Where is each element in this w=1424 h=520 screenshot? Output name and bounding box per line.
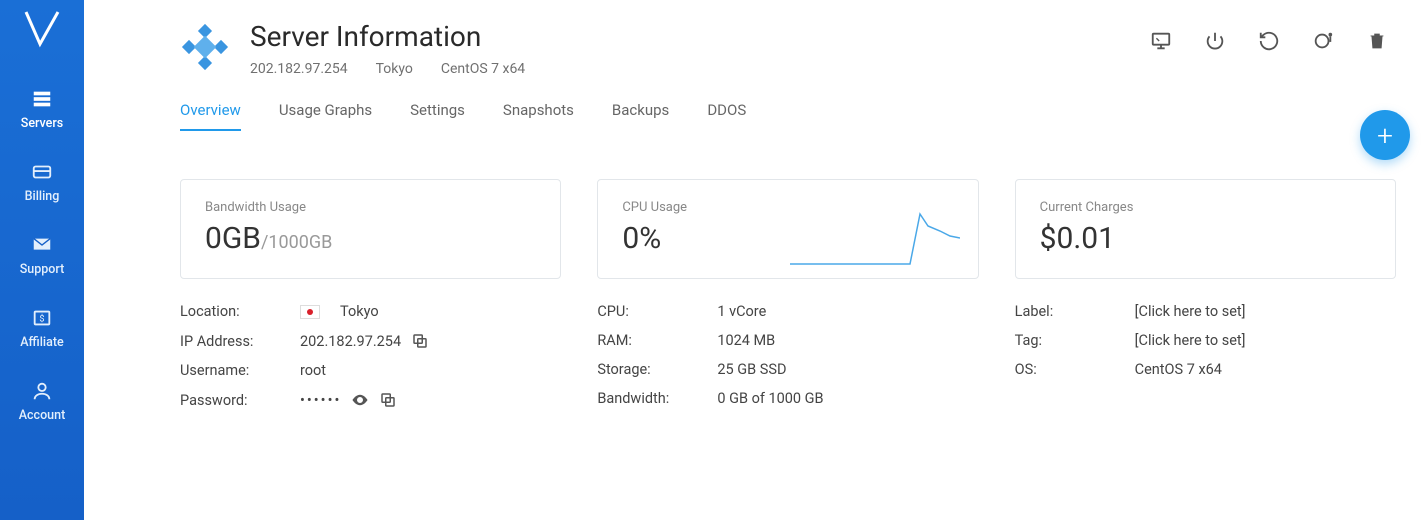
charges-card: Current Charges $0.01 <box>1015 179 1396 279</box>
restart-icon[interactable] <box>1258 30 1280 52</box>
account-icon <box>31 380 53 402</box>
location-key: Location: <box>180 303 300 320</box>
sidebar-item-billing[interactable]: Billing <box>0 149 84 222</box>
ip-value: 202.182.97.254 <box>300 333 401 350</box>
plus-icon: + <box>1377 119 1393 152</box>
server-os-icon <box>180 22 230 72</box>
cpu-card: CPU Usage 0% <box>597 179 978 279</box>
sidebar-item-label: Billing <box>25 189 60 204</box>
ip-key: IP Address: <box>180 333 300 350</box>
location-value: Tokyo <box>340 303 379 320</box>
billing-icon <box>31 161 53 183</box>
cpu-detail-value: 1 vCore <box>717 303 766 320</box>
sidebar-item-label: Servers <box>21 116 63 131</box>
label-key: Label: <box>1015 303 1135 320</box>
cpu-sparkline <box>790 206 960 266</box>
os-key: OS: <box>1015 361 1135 378</box>
bandwidth-label: Bandwidth Usage <box>205 200 536 215</box>
flag-jp-icon <box>300 305 320 319</box>
delete-icon[interactable] <box>1366 30 1388 52</box>
username-value: root <box>300 362 326 379</box>
console-icon[interactable] <box>1150 30 1172 52</box>
action-toolbar <box>1150 30 1388 52</box>
logo-icon <box>22 8 62 48</box>
page-title: Server Information <box>250 20 1150 53</box>
copy-icon[interactable] <box>379 391 397 409</box>
storage-key: Storage: <box>597 361 717 378</box>
copy-icon[interactable] <box>411 332 429 350</box>
ram-value: 1024 MB <box>717 332 775 349</box>
sidebar: Servers Billing Support $ Affiliate Acco… <box>0 0 84 520</box>
tag-key: Tag: <box>1015 332 1135 349</box>
support-icon <box>31 234 53 256</box>
tab-overview[interactable]: Overview <box>180 101 241 131</box>
details-col-3: Label:[Click here to set] Tag:[Click her… <box>1015 303 1396 421</box>
sidebar-item-affiliate[interactable]: $ Affiliate <box>0 295 84 368</box>
os-value: CentOS 7 x64 <box>1135 361 1222 378</box>
charges-label: Current Charges <box>1040 200 1371 215</box>
tab-usage-graphs[interactable]: Usage Graphs <box>279 101 372 131</box>
charges-value: $0.01 <box>1040 221 1371 256</box>
tab-snapshots[interactable]: Snapshots <box>503 101 574 131</box>
servers-icon <box>31 88 53 110</box>
cpu-key: CPU: <box>597 303 717 320</box>
tab-ddos[interactable]: DDOS <box>707 101 746 131</box>
label-set-link[interactable]: [Click here to set] <box>1135 303 1246 320</box>
storage-value: 25 GB SSD <box>717 361 786 378</box>
header-location: Tokyo <box>376 61 413 77</box>
main-content: Server Information 202.182.97.254 Tokyo … <box>84 0 1424 520</box>
power-icon[interactable] <box>1204 30 1226 52</box>
password-key: Password: <box>180 392 300 409</box>
username-key: Username: <box>180 362 300 379</box>
sidebar-item-label: Account <box>19 408 66 423</box>
sidebar-item-label: Support <box>20 262 65 277</box>
sidebar-item-support[interactable]: Support <box>0 222 84 295</box>
ram-key: RAM: <box>597 332 717 349</box>
tabs: Overview Usage Graphs Settings Snapshots… <box>180 101 1396 131</box>
sidebar-item-label: Affiliate <box>20 335 63 350</box>
sidebar-item-servers[interactable]: Servers <box>0 76 84 149</box>
eye-icon[interactable] <box>351 391 369 409</box>
tab-backups[interactable]: Backups <box>612 101 669 131</box>
affiliate-icon: $ <box>31 307 53 329</box>
sidebar-item-account[interactable]: Account <box>0 368 84 441</box>
bandwidth-detail-key: Bandwidth: <box>597 390 717 407</box>
tag-set-link[interactable]: [Click here to set] <box>1135 332 1246 349</box>
bandwidth-value: 0GB/1000GB <box>205 221 536 256</box>
tab-settings[interactable]: Settings <box>410 101 465 131</box>
password-value: •••••• <box>300 392 341 409</box>
bandwidth-card: Bandwidth Usage 0GB/1000GB <box>180 179 561 279</box>
svg-text:$: $ <box>39 314 44 325</box>
header-os: CentOS 7 x64 <box>441 61 525 77</box>
bandwidth-detail-value[interactable]: 0 GB of 1000 GB <box>717 390 823 407</box>
add-server-button[interactable]: + <box>1360 110 1410 160</box>
header-ip: 202.182.97.254 <box>250 61 348 77</box>
reinstall-icon[interactable] <box>1312 30 1334 52</box>
details-col-2: CPU:1 vCore RAM:1024 MB Storage:25 GB SS… <box>597 303 978 421</box>
details-col-1: Location: Tokyo IP Address: 202.182.97.2… <box>180 303 561 421</box>
